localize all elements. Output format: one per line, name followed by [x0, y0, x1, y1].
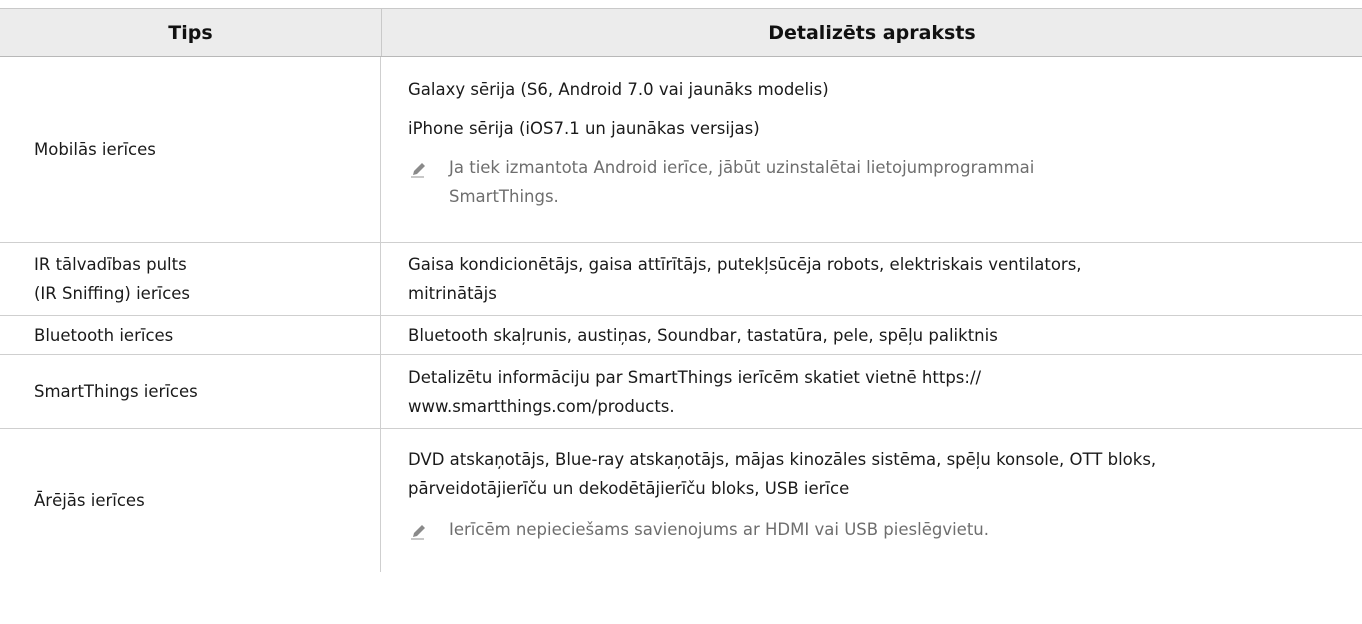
table-row: IR tālvadības pults (IR Sniffing) ierīce… — [0, 243, 1362, 316]
row-type: Ārējās ierīces — [0, 429, 381, 572]
note-text: Ierīcēm nepieciešams savienojums ar HDMI… — [449, 520, 989, 539]
row-description: Bluetooth skaļrunis, austiņas, Soundbar,… — [381, 316, 1362, 354]
table-row: SmartThings ierīces Detalizētu informāci… — [0, 355, 1362, 429]
description-line: Detalizētu informāciju par SmartThings i… — [408, 367, 982, 387]
note-text: Ja tiek izmantota Android ierīce, jābūt … — [449, 158, 1035, 177]
row-type: IR tālvadības pults (IR Sniffing) ierīce… — [0, 243, 381, 315]
description-line: Galaxy sērija (S6, Android 7.0 vai jaunā… — [408, 80, 829, 99]
row-type-label: (IR Sniffing) ierīces — [34, 284, 191, 303]
description-line: Gaisa kondicionētājs, gaisa attīrītājs, … — [408, 255, 1082, 274]
row-description: DVD atskaņotājs, Blue-ray atskaņotājs, m… — [381, 429, 1362, 572]
description-line: iPhone sērija (iOS7.1 un jaunākas versij… — [408, 119, 760, 138]
row-description: Galaxy sērija (S6, Android 7.0 vai jaunā… — [381, 57, 1362, 242]
note-text: SmartThings. — [449, 187, 559, 206]
pencil-note-icon — [408, 515, 449, 550]
row-description: Gaisa kondicionētājs, gaisa attīrītājs, … — [381, 243, 1362, 315]
row-type: Bluetooth ierīces — [0, 316, 381, 354]
row-description: Detalizētu informāciju par SmartThings i… — [381, 355, 1362, 428]
table-header: Tips Detalizēts apraksts — [0, 8, 1362, 57]
row-type-label: Bluetooth ierīces — [34, 325, 174, 345]
table-row: Mobilās ierīces Galaxy sērija (S6, Andro… — [0, 57, 1362, 243]
pencil-note-icon — [408, 153, 449, 211]
row-type-label: IR tālvadības pults — [34, 255, 187, 274]
header-type: Tips — [0, 9, 382, 56]
row-type: SmartThings ierīces — [0, 355, 381, 428]
description-line: Bluetooth skaļrunis, austiņas, Soundbar,… — [408, 325, 998, 345]
description-line: www.smartthings.com/products. — [408, 396, 675, 416]
row-type: Mobilās ierīces — [0, 57, 381, 242]
table-row: Bluetooth ierīces Bluetooth skaļrunis, a… — [0, 316, 1362, 355]
header-description: Detalizēts apraksts — [768, 21, 976, 44]
row-type-label: Ārējās ierīces — [34, 491, 145, 510]
description-line: mitrinātājs — [408, 284, 497, 303]
table-row: Ārējās ierīces DVD atskaņotājs, Blue-ray… — [0, 429, 1362, 572]
device-types-table: Tips Detalizēts apraksts Mobilās ierīces… — [0, 8, 1362, 572]
description-line: DVD atskaņotājs, Blue-ray atskaņotājs, m… — [408, 450, 1157, 469]
note: Ierīcēm nepieciešams savienojums ar HDMI… — [408, 515, 1362, 550]
row-type-label: SmartThings ierīces — [34, 382, 198, 401]
row-type-label: Mobilās ierīces — [34, 140, 156, 159]
description-line: pārveidotājierīču un dekodētājierīču blo… — [408, 479, 850, 498]
note: Ja tiek izmantota Android ierīce, jābūt … — [408, 153, 1362, 211]
